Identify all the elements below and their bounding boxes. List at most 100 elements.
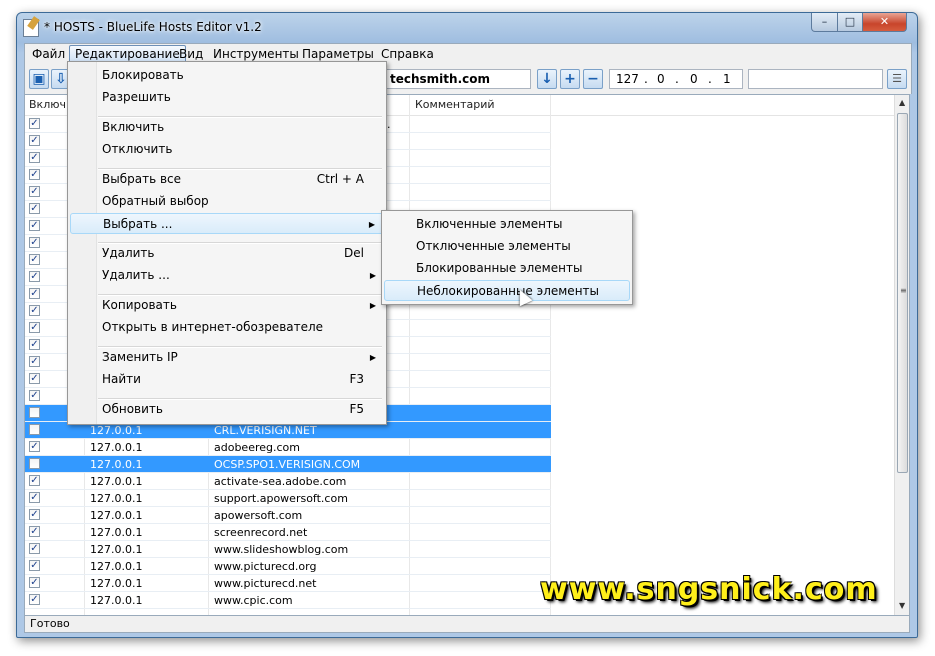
arrow-down-icon[interactable]: ↓ [537,69,557,89]
enabled-checkbox[interactable]: ✓ [29,509,40,520]
add-icon[interactable]: + [560,69,580,89]
submenu-disabled-items[interactable]: Отключенные элементы [384,236,630,257]
enabled-checkbox[interactable]: ✓ [29,526,40,537]
enabled-checkbox[interactable]: ✓ [29,203,40,214]
submenu-blocked-items[interactable]: Блокированные элементы [384,258,630,279]
menu-item-label: Найти [102,372,141,386]
menu-item-label: Удалить [102,246,155,260]
menu-refresh[interactable]: Обновить F5 [70,399,384,420]
menu-enable[interactable]: Включить [70,117,384,138]
ip-cell: 127.0.0.1 [90,458,143,471]
table-row[interactable]: 127.0.0.1 OCSP.SPO1.VERISIGN.COM [25,456,551,473]
ip-input[interactable]: 127 . 0 . 0 . 1 [609,69,743,89]
enabled-checkbox[interactable] [29,407,40,418]
enabled-checkbox[interactable]: ✓ [29,560,40,571]
table-row[interactable]: ✓ 127.0.0.1 support.apowersoft.com [25,490,551,507]
submenu-unblocked-items[interactable]: Неблокированные элементы [384,280,630,301]
menu-disable[interactable]: Отключить [70,139,384,160]
menu-block[interactable]: Блокировать [70,65,384,86]
enabled-checkbox[interactable]: ✓ [29,305,40,316]
minimize-button[interactable]: – [811,13,838,32]
enabled-checkbox[interactable]: ✓ [29,220,40,231]
menu-invert-selection[interactable]: Обратный выбор [70,191,384,212]
enabled-checkbox[interactable]: ✓ [29,135,40,146]
menu-replace-ip[interactable]: Заменить IP ▶ [70,347,384,368]
menu-item-label: Обновить [102,402,163,416]
menu-find[interactable]: Найти F3 [70,369,384,390]
ip-dot-2: . [675,72,679,86]
enabled-checkbox[interactable]: ✓ [29,254,40,265]
menu-allow[interactable]: Разрешить [70,87,384,108]
status-bar: Готово [24,616,910,633]
enabled-checkbox[interactable]: ✓ [29,390,40,401]
enabled-checkbox[interactable]: ✓ [29,339,40,350]
enabled-checkbox[interactable]: ✓ [29,152,40,163]
menu-help[interactable]: Справка [376,46,439,62]
enabled-checkbox[interactable]: ✓ [29,577,40,588]
enabled-checkbox[interactable]: ✓ [29,322,40,333]
menu-select-submenu[interactable]: Выбрать ... ▶ [70,213,384,234]
vertical-scrollbar[interactable]: ▲ ≡ ▼ [894,95,909,615]
enabled-checkbox[interactable]: ✓ [29,237,40,248]
menu-copy[interactable]: Копировать ▶ [70,295,384,316]
maximize-button[interactable]: □ [837,13,863,32]
ip-dot-1: . [644,72,648,86]
table-row[interactable]: ✓ 127.0.0.1 screenrecord.net [25,524,551,541]
menu-select-all[interactable]: Выбрать все Ctrl + A [70,169,384,190]
enabled-checkbox[interactable] [29,458,40,469]
close-button[interactable]: ✕ [862,13,907,32]
menu-open-browser[interactable]: Открыть в интернет-обозревателе [70,317,384,338]
enabled-checkbox[interactable]: ✓ [29,169,40,180]
menu-item-label: Выбрать все [102,172,182,186]
enabled-checkbox[interactable]: ✓ [29,543,40,554]
enabled-checkbox[interactable]: ✓ [29,271,40,282]
host-cell: activate-sea.adobe.com [214,475,347,488]
menu-options[interactable]: Параметры [297,46,379,62]
menu-tools[interactable]: Инструменты [208,46,304,62]
menu-file[interactable]: Файл [27,46,70,62]
table-row[interactable]: ✓ 127.0.0.1 www.slideshowblog.com [25,541,551,558]
enabled-checkbox[interactable]: ✓ [29,475,40,486]
title-bar[interactable]: * HOSTS - BlueLife Hosts Editor v1.2 – □… [17,13,917,43]
menu-item-label: Включить [102,120,165,134]
table-row[interactable]: ✓ 127.0.0.1 adobeereg.com [25,439,551,456]
enabled-checkbox[interactable]: ✓ [29,492,40,503]
domain-input[interactable]: techsmith.com [385,69,531,89]
table-row[interactable]: ✓ 127.0.0.1 www.cpic.com [25,592,551,609]
list-view-icon[interactable]: ☰ [887,69,907,89]
enabled-checkbox[interactable]: ✓ [29,356,40,367]
ip-cell: 127.0.0.1 [90,424,143,437]
table-row[interactable]: ✓ 127.0.0.1 activate-sea.adobe.com [25,473,551,490]
table-row[interactable]: ✓ 127.0.0.1 www.picturecd.org [25,558,551,575]
ip-cell: 127.0.0.1 [90,441,143,454]
host-cell: www.picturecd.net [214,577,317,590]
menu-delete-submenu[interactable]: Удалить ... ▶ [70,265,384,286]
menu-item-label: Обратный выбор [102,194,209,208]
column-comment[interactable]: Комментарий [415,98,495,111]
submenu-enabled-items[interactable]: Включенные элементы [384,214,630,235]
enabled-checkbox[interactable]: ✓ [29,373,40,384]
comment-input[interactable] [748,69,883,89]
menu-separator [98,116,382,118]
submenu-label: Блокированные элементы [416,261,583,275]
scroll-thumb[interactable]: ≡ [897,113,908,473]
table-row[interactable]: ✓ 127.0.0.1 apowersoft.com [25,507,551,524]
scroll-down-icon[interactable]: ▼ [899,601,905,610]
menu-view[interactable]: Вид [174,46,208,62]
scroll-up-icon[interactable]: ▲ [899,98,905,107]
column-enabled[interactable]: Включ. [29,98,69,111]
enabled-checkbox[interactable]: ✓ [29,441,40,452]
menu-delete[interactable]: Удалить Del [70,243,384,264]
menu-item-label: Выбрать ... [103,217,173,231]
edit-dropdown-menu: Блокировать Разрешить Включить Отключить Выб… [67,61,387,425]
remove-icon[interactable]: − [583,69,603,89]
save-icon[interactable]: ▣ [29,69,49,89]
submenu-arrow-icon: ▶ [368,220,375,229]
table-row[interactable]: ✓ 127.0.0.1 www.picturecd.net [25,575,551,592]
enabled-checkbox[interactable]: ✓ [29,186,40,197]
menu-item-label: Отключить [102,142,173,156]
enabled-checkbox[interactable]: ✓ [29,594,40,605]
enabled-checkbox[interactable] [29,424,40,435]
enabled-checkbox[interactable]: ✓ [29,288,40,299]
enabled-checkbox[interactable]: ✓ [29,118,40,129]
